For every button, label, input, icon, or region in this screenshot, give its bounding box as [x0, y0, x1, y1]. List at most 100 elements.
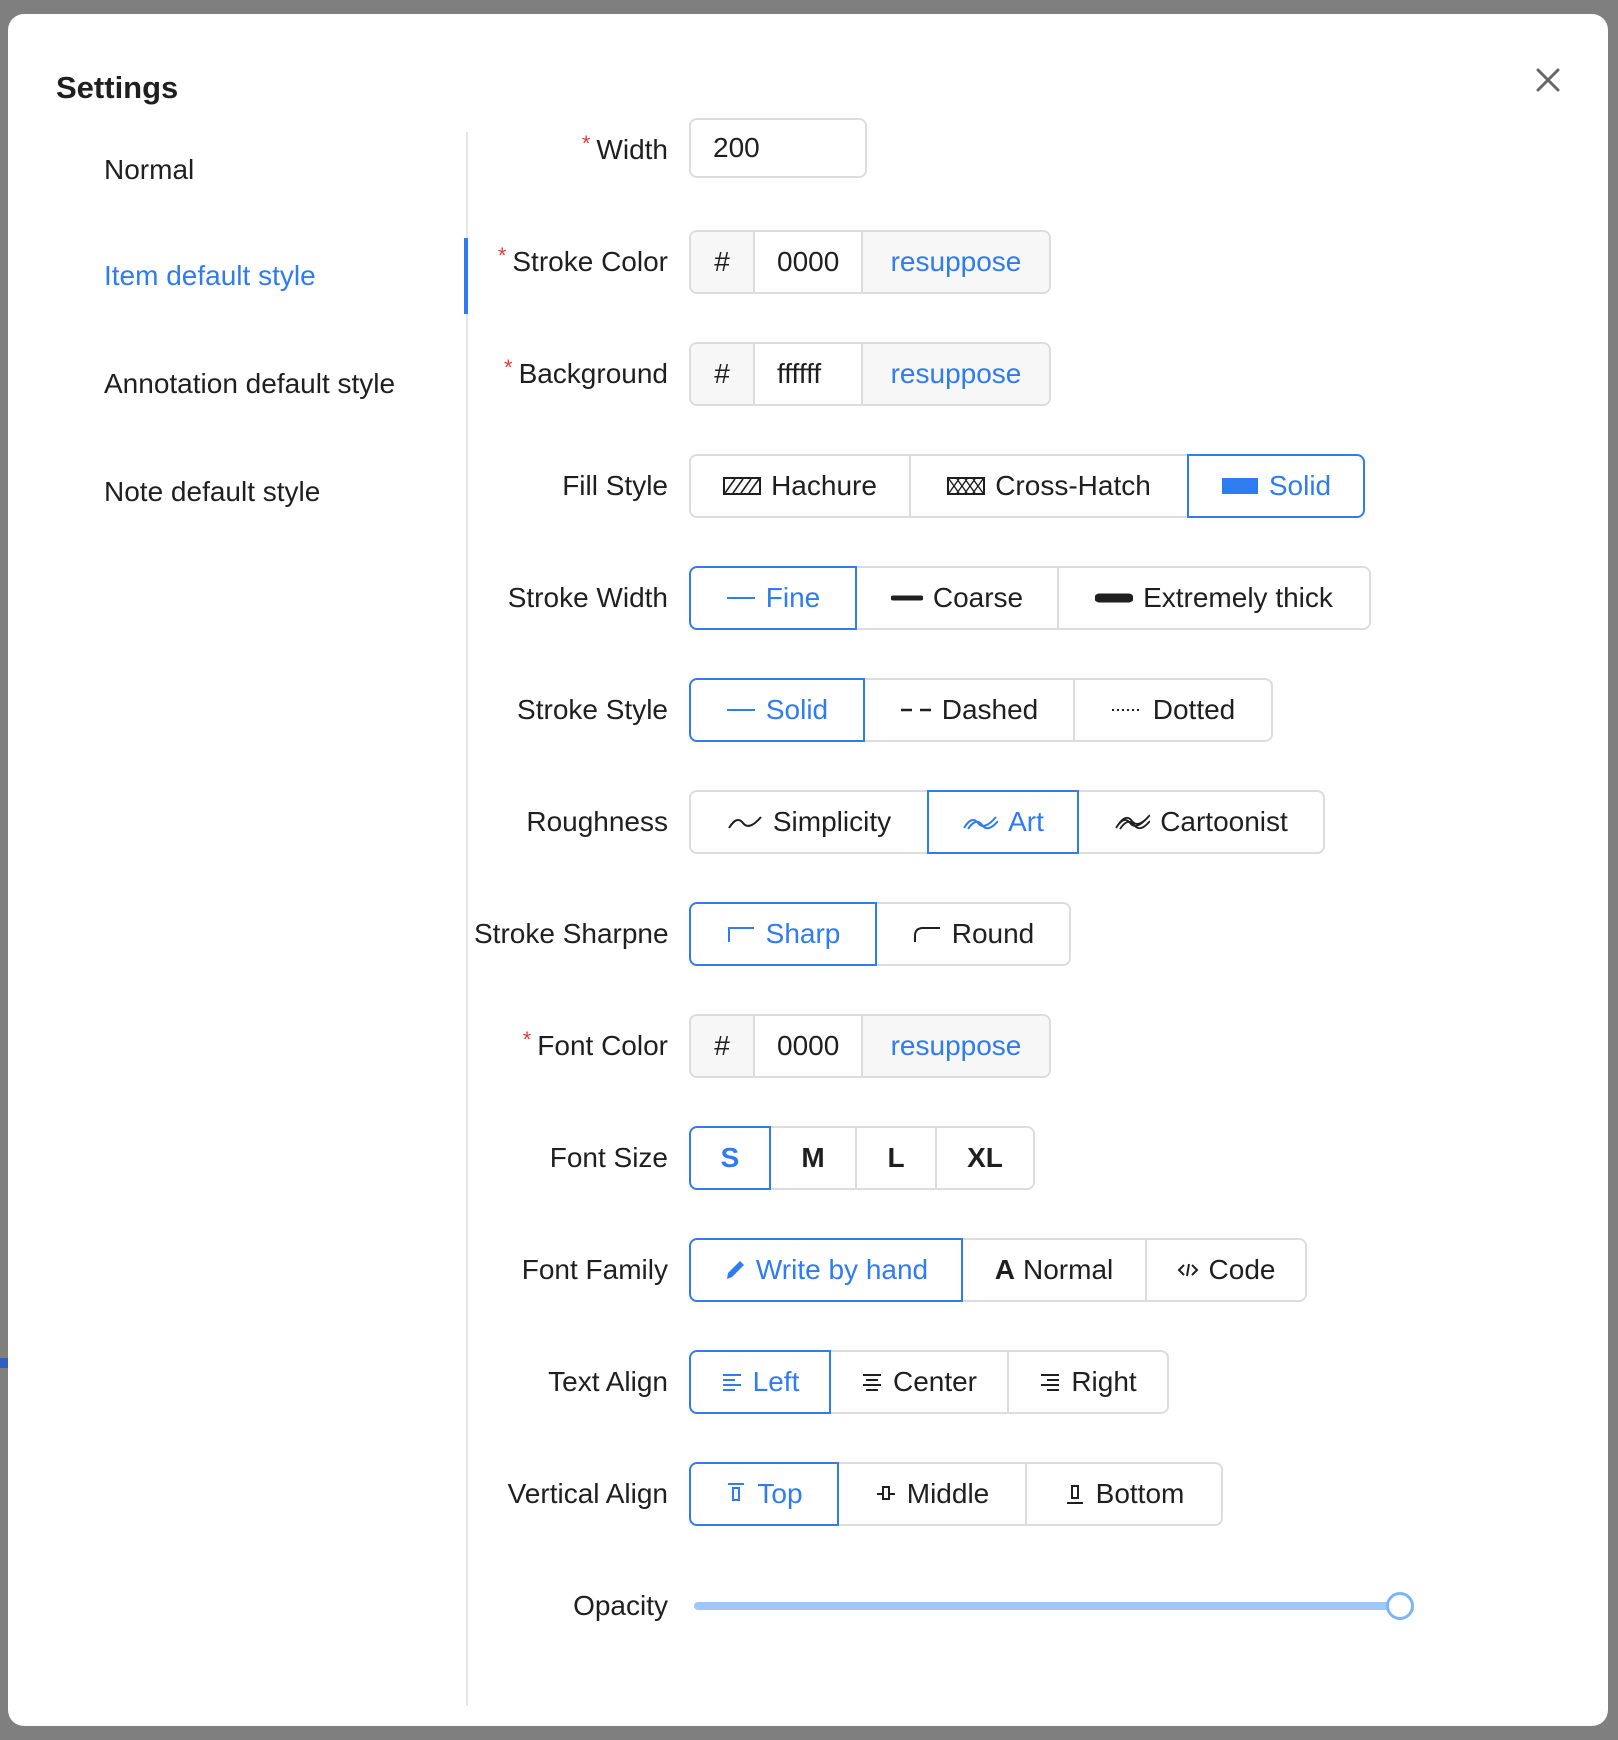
align-middle-icon: [875, 1482, 897, 1506]
opacity-slider-handle[interactable]: [1386, 1592, 1414, 1620]
align-left-icon: [721, 1372, 743, 1392]
stroke-color-label: * Stroke Color: [497, 243, 668, 277]
thick-line-icon: [1095, 591, 1134, 605]
stroke-style-solid-option[interactable]: Solid: [689, 678, 865, 742]
text-align-right-option[interactable]: Right: [1007, 1350, 1169, 1414]
stroke-style-row: Stroke Style Solid Dashed Dotted: [474, 678, 1574, 742]
font-size-segmented: S M L XL: [689, 1126, 1035, 1190]
width-input[interactable]: 200: [689, 118, 867, 178]
font-color-field: # 0000 resuppose: [689, 1014, 1051, 1078]
stroke-style-label: Stroke Style: [517, 694, 668, 725]
font-color-label: * Font Color: [522, 1027, 668, 1061]
align-right-icon: [1039, 1372, 1061, 1392]
stroke-sharpness-row: Stroke Sharpness Sharp Round: [474, 902, 1574, 966]
sidebar-item-normal[interactable]: Normal: [104, 154, 194, 186]
opacity-label: Opacity: [573, 1590, 668, 1621]
stroke-style-dotted-option[interactable]: Dotted: [1073, 678, 1273, 742]
vertical-align-bottom-option[interactable]: Bottom: [1025, 1462, 1223, 1526]
text-align-label: Text Align: [548, 1366, 668, 1397]
font-family-normal-option[interactable]: A Normal: [961, 1238, 1147, 1302]
stroke-width-row: Stroke Width Fine Coarse Extremely thick: [474, 566, 1574, 630]
align-center-icon: [861, 1372, 883, 1392]
vertical-align-top-option[interactable]: Top: [689, 1462, 839, 1526]
stroke-color-resuppose-button[interactable]: resuppose: [863, 232, 1049, 292]
text-align-left-option[interactable]: Left: [689, 1350, 831, 1414]
stroke-style-dashed-option[interactable]: Dashed: [863, 678, 1075, 742]
text-align-segmented: Left Center Right: [689, 1350, 1169, 1414]
dashed-line-icon: [900, 705, 932, 715]
stroke-sharpness-segmented: Sharp Round: [689, 902, 1071, 966]
sidebar-item-note-default-style[interactable]: Note default style: [104, 476, 320, 508]
stroke-width-extremely-thick-option[interactable]: Extremely thick: [1057, 566, 1371, 630]
thin-line-icon: [726, 593, 756, 603]
letter-a-icon: A: [994, 1254, 1015, 1285]
font-color-input[interactable]: 0000: [755, 1016, 863, 1076]
background-resuppose-button[interactable]: resuppose: [863, 344, 1049, 404]
stroke-style-segmented: Solid Dashed Dotted: [689, 678, 1273, 742]
sharp-corner-icon: [726, 925, 756, 943]
align-top-icon: [725, 1482, 747, 1506]
hash-prefix: #: [691, 1016, 755, 1076]
text-align-row: Text Align Left Center Right: [474, 1350, 1574, 1414]
text-align-center-option[interactable]: Center: [829, 1350, 1009, 1414]
vertical-align-middle-option[interactable]: Middle: [837, 1462, 1027, 1526]
font-size-s-option[interactable]: S: [689, 1126, 771, 1190]
font-family-label: Font Family: [521, 1254, 668, 1285]
required-marker: *: [522, 1027, 532, 1052]
opacity-slider[interactable]: [694, 1592, 1414, 1620]
font-family-write-by-hand-option[interactable]: Write by hand: [689, 1238, 963, 1302]
stroke-width-label: Stroke Width: [507, 582, 668, 613]
font-size-l-option[interactable]: L: [855, 1126, 937, 1190]
fill-hachure-option[interactable]: Hachure: [689, 454, 911, 518]
background-color-input[interactable]: ffffff: [755, 344, 863, 404]
required-marker: *: [497, 243, 507, 268]
sidebar-item-item-default-style[interactable]: Item default style: [104, 260, 316, 292]
fill-style-segmented: Hachure Cross-Hatch Solid: [689, 454, 1365, 518]
font-family-row: Font Family Write by hand A Normal Code: [474, 1238, 1574, 1302]
roughness-cartoonist-option[interactable]: Cartoonist: [1077, 790, 1325, 854]
fill-cross-hatch-option[interactable]: Cross-Hatch: [909, 454, 1189, 518]
font-size-xl-option[interactable]: XL: [935, 1126, 1035, 1190]
settings-sidebar: Normal Item default style Annotation def…: [8, 132, 468, 1706]
cartoonist-icon: [1114, 813, 1151, 831]
fill-style-label: Fill Style: [562, 470, 668, 501]
stroke-color-row: * Stroke Color # 0000 resuppose: [474, 230, 1574, 294]
sharpness-round-option[interactable]: Round: [875, 902, 1071, 966]
opacity-row: Opacity: [474, 1574, 1574, 1638]
roughness-row: Roughness Simplicity Art Cartoonist: [474, 790, 1574, 854]
vertical-align-label: Vertical Align: [507, 1478, 668, 1509]
required-marker: *: [504, 355, 513, 380]
background-label: * Background: [504, 355, 668, 389]
settings-form: * Width 200 * Stroke Color # 0000 resuppos…: [474, 14, 1604, 1726]
font-size-m-option[interactable]: M: [769, 1126, 857, 1190]
stroke-width-fine-option[interactable]: Fine: [689, 566, 857, 630]
font-color-row: * Font Color # 0000 resuppose: [474, 1014, 1574, 1078]
font-family-code-option[interactable]: Code: [1145, 1238, 1307, 1302]
dotted-line-icon: [1111, 705, 1143, 715]
hachure-icon: [723, 477, 762, 495]
active-indicator: [464, 238, 468, 314]
simplicity-icon: [727, 813, 763, 831]
hash-prefix: #: [691, 344, 755, 404]
fill-solid-option[interactable]: Solid: [1187, 454, 1365, 518]
medium-line-icon: [890, 593, 923, 603]
fill-style-row: Fill Style Hachure Cross-Hatch Solid: [474, 454, 1574, 518]
vertical-align-row: Vertical Align Top Middle Bottom: [474, 1462, 1574, 1526]
width-label: * Width: [581, 131, 668, 165]
roughness-art-option[interactable]: Art: [927, 790, 1079, 854]
hash-prefix: #: [691, 232, 755, 292]
solid-line-icon: [726, 705, 756, 715]
stroke-sharpness-label: Stroke Sharpness: [474, 918, 668, 949]
round-corner-icon: [912, 925, 942, 943]
font-color-resuppose-button[interactable]: resuppose: [863, 1016, 1049, 1076]
background-app-edge: [0, 1358, 8, 1368]
roughness-label: Roughness: [526, 806, 668, 837]
sidebar-item-annotation-default-style[interactable]: Annotation default style: [104, 368, 395, 400]
stroke-width-coarse-option[interactable]: Coarse: [855, 566, 1059, 630]
stroke-color-input[interactable]: 0000: [755, 232, 863, 292]
sharpness-sharp-option[interactable]: Sharp: [689, 902, 877, 966]
background-row: * Background # ffffff resuppose: [474, 342, 1574, 406]
cross-hatch-icon: [947, 477, 986, 495]
roughness-simplicity-option[interactable]: Simplicity: [689, 790, 929, 854]
dialog-title: Settings: [56, 70, 179, 105]
